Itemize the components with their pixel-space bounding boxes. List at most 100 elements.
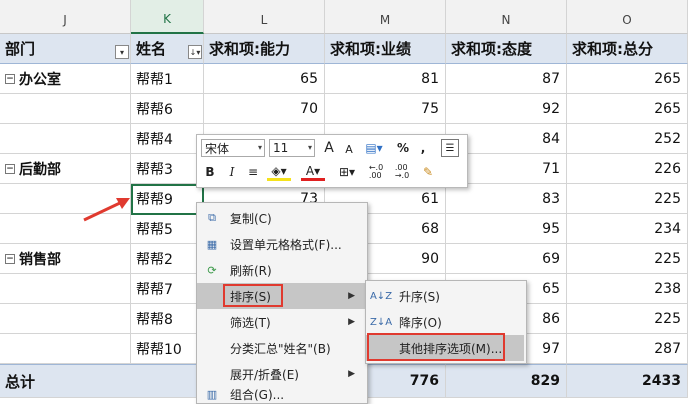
name-cell[interactable]: 帮帮8 — [131, 304, 204, 334]
font-color-button[interactable]: A ▾ — [301, 163, 325, 181]
font-color-glyph: A — [305, 163, 315, 178]
mini-toolbar: 宋体 ▾ 11 ▾ A A ▤▾ % , ☰ B I ≡ ◈▾ A ▾ ⊞▾ ←.0 … — [196, 134, 468, 188]
italic-button[interactable]: I — [225, 163, 239, 181]
total-cell[interactable]: 287 — [567, 334, 688, 364]
header-attitude: 求和项:态度 — [446, 34, 567, 64]
menu-subtotal[interactable]: 分类汇总"姓名"(B) — [197, 335, 365, 361]
increase-decimal-icon[interactable]: ←.0 .00 — [365, 163, 387, 181]
menu-group-label: 组合(G)... — [230, 387, 285, 402]
empty-dept-cell[interactable] — [0, 304, 131, 334]
header-dept: 部门 — [0, 34, 131, 64]
collapse-icon[interactable]: − — [5, 73, 15, 84]
borders-icon[interactable]: ⊞▾ — [335, 163, 359, 181]
menu-filter[interactable]: 筛选(T) ▶ — [197, 309, 365, 335]
menu-refresh[interactable]: ⟳ 刷新(R) — [197, 257, 365, 283]
attitude-cell[interactable]: 87 — [446, 64, 567, 94]
menu-filter-label: 筛选(T) — [230, 315, 271, 330]
menu-copy[interactable]: ⧉ 复制(C) — [197, 205, 365, 231]
menu-format-cells[interactable]: ▦ 设置单元格格式(F)... — [197, 231, 365, 257]
dept-cell[interactable]: − 后勤部 — [0, 154, 131, 184]
sort-highlight-box — [223, 284, 283, 307]
column-header-n[interactable]: N — [446, 0, 567, 34]
column-header-o[interactable]: O — [567, 0, 688, 34]
header-ability: 求和项:能力 — [204, 34, 325, 64]
collapse-icon[interactable]: − — [5, 163, 15, 174]
ability-cell[interactable]: 70 — [204, 94, 325, 124]
name-cell[interactable]: 帮帮2 — [131, 244, 204, 274]
align-center-icon[interactable]: ≡ — [245, 163, 261, 181]
increase-font-icon[interactable]: A — [321, 139, 337, 157]
dept-filter-button[interactable]: ▾ — [115, 45, 129, 59]
name-filter-button[interactable]: ↓▾ — [188, 45, 202, 59]
attitude-cell[interactable]: 92 — [446, 94, 567, 124]
ability-cell[interactable]: 65 — [204, 64, 325, 94]
menu-refresh-label: 刷新(R) — [230, 263, 272, 278]
percent-style-icon[interactable]: % — [395, 139, 411, 157]
submenu-arrow-icon: ▶ — [348, 317, 355, 327]
menu-group[interactable]: ▥ 组合(G)... — [197, 385, 365, 403]
total-cell[interactable]: 265 — [567, 94, 688, 124]
attitude-cell[interactable]: 83 — [446, 184, 567, 214]
decrease-font-icon[interactable]: A — [342, 141, 356, 157]
total-cell[interactable]: 225 — [567, 184, 688, 214]
format-table-icon[interactable]: ☰ — [441, 139, 459, 157]
group-icon: ▥ — [206, 387, 218, 401]
bold-button[interactable]: B — [203, 163, 217, 181]
total-cell[interactable]: 225 — [567, 304, 688, 334]
menu-expand-collapse[interactable]: 展开/折叠(E) ▶ — [197, 361, 365, 387]
total-cell[interactable]: 238 — [567, 274, 688, 304]
name-cell[interactable]: 帮帮10 — [131, 334, 204, 364]
number-format-icon[interactable]: ▤▾ — [361, 139, 387, 157]
header-total: 求和项:总分 — [567, 34, 688, 64]
total-cell[interactable]: 234 — [567, 214, 688, 244]
format-painter-icon[interactable]: ✎ — [419, 163, 437, 181]
dept-cell[interactable]: − 办公室 — [0, 64, 131, 94]
performance-cell[interactable]: 81 — [325, 64, 446, 94]
menu-format-cells-label: 设置单元格格式(F)... — [230, 237, 342, 252]
attitude-cell[interactable]: 69 — [446, 244, 567, 274]
total-cell[interactable]: 252 — [567, 124, 688, 154]
empty-dept-cell[interactable] — [0, 334, 131, 364]
font-size-box[interactable]: 11 ▾ — [269, 139, 315, 157]
dept-label: 销售部 — [19, 251, 61, 268]
name-cell[interactable]: 帮帮5 — [131, 214, 204, 244]
total-cell[interactable]: 226 — [567, 154, 688, 184]
submenu-arrow-icon: ▶ — [348, 291, 355, 301]
total-cell[interactable]: 225 — [567, 244, 688, 274]
sort-ascending-icon: A↓Z — [369, 290, 393, 302]
total-label: 总计 — [0, 364, 204, 398]
name-cell[interactable]: 帮帮6 — [131, 94, 204, 124]
name-cell[interactable]: 帮帮3 — [131, 154, 204, 184]
column-header-j[interactable]: J — [0, 0, 131, 34]
menu-sort-asc[interactable]: A↓Z 升序(S) — [366, 283, 524, 309]
attitude-cell[interactable]: 95 — [446, 214, 567, 244]
total-cell[interactable]: 265 — [567, 64, 688, 94]
column-header-k[interactable]: K — [131, 0, 204, 34]
more-sort-highlight-box — [367, 333, 505, 361]
empty-dept-cell[interactable] — [0, 94, 131, 124]
header-performance: 求和项:业绩 — [325, 34, 446, 64]
column-header-m[interactable]: M — [325, 0, 446, 34]
decrease-decimal-icon[interactable]: .00 →.0 — [391, 163, 413, 181]
empty-dept-cell[interactable] — [0, 274, 131, 304]
font-name-box[interactable]: 宋体 ▾ — [201, 139, 265, 157]
name-cell[interactable]: 帮帮4 — [131, 124, 204, 154]
name-cell[interactable]: 帮帮1 — [131, 64, 204, 94]
performance-cell[interactable]: 75 — [325, 94, 446, 124]
font-name-value: 宋体 — [205, 141, 230, 156]
collapse-icon[interactable]: − — [5, 253, 15, 264]
menu-sort-desc-label: 降序(O) — [399, 315, 442, 330]
name-cell[interactable]: 帮帮7 — [131, 274, 204, 304]
dept-label: 后勤部 — [19, 161, 61, 178]
fill-color-icon[interactable]: ◈▾ — [267, 163, 291, 181]
submenu-arrow-icon: ▶ — [348, 369, 355, 379]
menu-sort-desc[interactable]: Z↓A 降序(O) — [366, 309, 524, 335]
empty-dept-cell[interactable] — [0, 124, 131, 154]
column-header-l[interactable]: L — [204, 0, 325, 34]
selected-cell[interactable] — [131, 184, 204, 215]
sort-descending-icon: Z↓A — [369, 316, 393, 328]
total-attitude: 829 — [446, 364, 567, 398]
dept-cell[interactable]: − 销售部 — [0, 244, 131, 274]
comma-style-icon[interactable]: , — [417, 139, 429, 157]
format-cells-icon: ▦ — [206, 237, 218, 251]
